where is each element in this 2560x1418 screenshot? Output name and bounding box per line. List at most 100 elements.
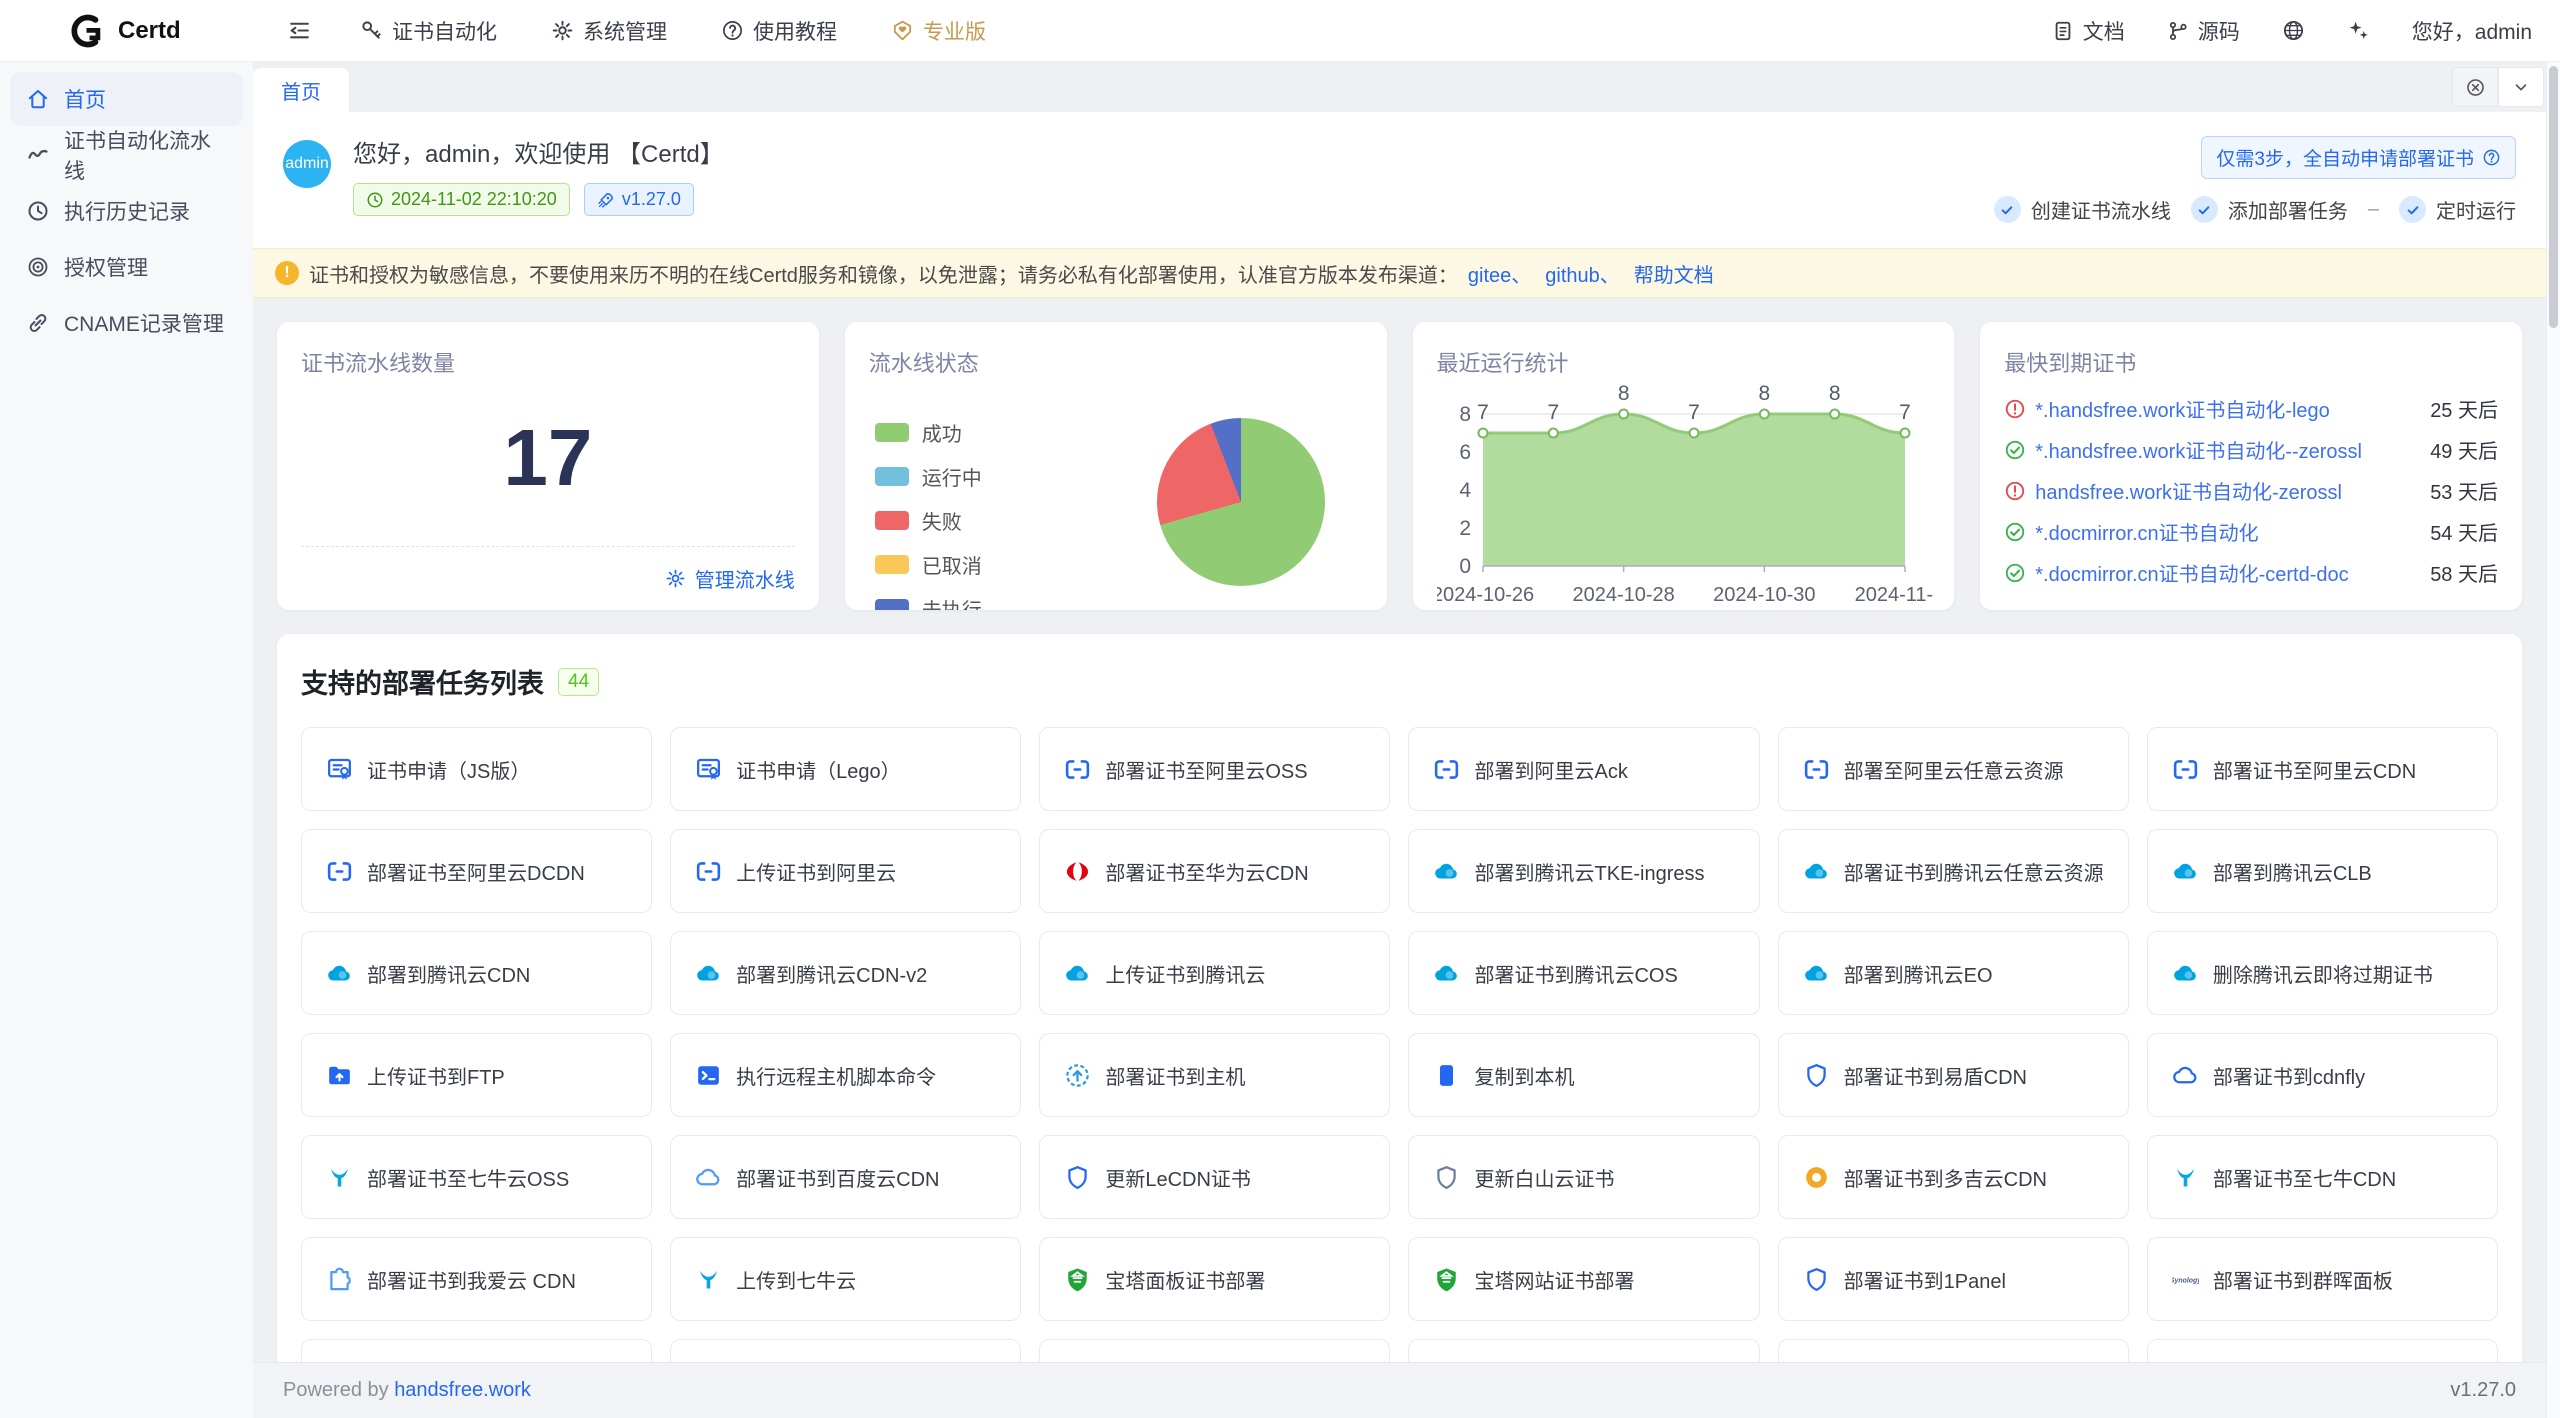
task-card[interactable]: 部署证书到主机 [1039,1033,1390,1117]
task-card[interactable]: 宝塔面板证书部署 [1039,1237,1390,1321]
welcome-greeting: 您好，admin，欢迎使用 【Certd】 [353,134,724,169]
app-logo-text: Certd [118,17,181,45]
task-card[interactable]: 部署到腾讯云CDN-v2 [670,931,1021,1015]
task-card[interactable]: 上传证书到阿里云 [670,829,1021,913]
task-icon [695,756,722,783]
close-tabs-button[interactable] [2452,67,2498,107]
task-label: 执行远程主机脚本命令 [736,1061,936,1090]
task-icon [2172,756,2199,783]
task-card[interactable]: 宝塔网站证书部署 [1408,1237,1759,1321]
notice-link[interactable]: github、 [1545,259,1620,288]
task-card[interactable]: 上传证书到腾讯云 [1039,931,1390,1015]
task-card[interactable]: 部署证书至七牛CDN [2147,1135,2498,1219]
task-icon [326,1164,353,1191]
svg-text:8: 8 [1758,382,1770,405]
quick-start-steps: 创建证书流水线 添加部署任务 – 定时运行 [1994,195,2516,224]
task-icon [326,1062,353,1089]
task-card[interactable]: 部署证书到腾讯云COS [1408,931,1759,1015]
rocket-icon [597,191,615,209]
task-label: 部署证书至七牛云OSS [367,1163,569,1192]
step-scheduled-run[interactable]: 定时运行 [2399,195,2516,224]
task-card[interactable]: 证书申请（Lego） [670,727,1021,811]
step-add-deploy-task[interactable]: 添加部署任务 [2191,195,2348,224]
cert-name-link[interactable]: *.handsfree.work证书自动化-lego [2035,394,2421,423]
task-icon [1064,858,1091,885]
cert-name-link[interactable]: *.docmirror.cn证书自动化-certd-doc [2035,558,2421,587]
task-card[interactable]: 部署证书至七牛云OSS [301,1135,652,1219]
task-card[interactable]: 部署证书到易盾CDN [1778,1033,2129,1117]
task-card[interactable]: 删除腾讯云即将过期证书 [2147,931,2498,1015]
task-icon [326,756,353,783]
legend-item[interactable]: 未执行 [875,594,982,610]
task-card[interactable]: 部署证书到cdnfly [2147,1033,2498,1117]
task-card[interactable]: 部署至阿里云任意云资源 [1778,727,2129,811]
legend-item[interactable]: 成功 [875,418,982,447]
theme-sparkles-button[interactable] [2347,19,2370,42]
step-create-pipeline[interactable]: 创建证书流水线 [1994,195,2171,224]
sidebar-item[interactable]: CNAME记录管理 [10,296,243,350]
task-card[interactable]: 部署证书至阿里云DCDN [301,829,652,913]
handsfree-link[interactable]: handsfree.work [394,1379,531,1402]
header-nav: 证书自动化 系统管理 使用教程 专业版 [360,16,986,46]
svg-text:8: 8 [1617,382,1629,405]
sidebar-item[interactable]: 授权管理 [10,240,243,294]
task-card[interactable]: 部署到腾讯云CDN [301,931,652,1015]
task-card[interactable]: 更新LeCDN证书 [1039,1135,1390,1219]
sidebar-item[interactable]: 首页 [10,72,243,126]
legend-item[interactable]: 已取消 [875,550,982,579]
task-card[interactable]: 上传证书到FTP [301,1033,652,1117]
language-globe-button[interactable] [2282,19,2305,42]
sidebar-item-label: 执行历史记录 [64,196,190,226]
task-card[interactable]: 执行远程主机脚本命令 [670,1033,1021,1117]
main-content: admin 您好，admin，欢迎使用 【Certd】 2024-11-02 2… [253,112,2546,1418]
sidebar-item[interactable]: 执行历史记录 [10,184,243,238]
legend-item[interactable]: 运行中 [875,462,982,491]
task-grid: 证书申请（JS版） 证书申请（Lego） 部署证书至阿里云OSS [301,727,2498,1321]
notice-link[interactable]: 帮助文档 [1634,259,1714,288]
header-nav-item[interactable]: 使用教程 [721,16,837,46]
task-card[interactable]: 更新白山云证书 [1408,1135,1759,1219]
task-card[interactable]: 部署到腾讯云CLB [2147,829,2498,913]
header-nav-item[interactable]: 证书自动化 [360,16,497,46]
task-card[interactable]: 上传到七牛云 [670,1237,1021,1321]
task-icon [695,960,722,987]
user-greeting[interactable]: 您好，admin [2412,16,2532,46]
task-card[interactable]: 部署证书至阿里云OSS [1039,727,1390,811]
sidebar-collapse-button[interactable] [287,18,312,43]
cert-name-link[interactable]: *.handsfree.work证书自动化--zerossl [2035,435,2421,464]
manage-pipelines-link[interactable]: 管理流水线 [301,546,795,610]
task-card[interactable]: 部署证书到群晖面板 [2147,1237,2498,1321]
task-card[interactable]: 部署证书至阿里云CDN [2147,727,2498,811]
scrollbar-thumb[interactable] [2549,66,2558,328]
task-card[interactable]: 部署证书到我爱云 CDN [301,1237,652,1321]
task-card[interactable]: 部署到腾讯云EO [1778,931,2129,1015]
task-card[interactable]: 部署证书到多吉云CDN [1778,1135,2129,1219]
quick-start-badge[interactable]: 仅需3步，全自动申请部署证书 [2201,136,2516,179]
legend-item[interactable]: 失败 [875,506,982,535]
nav-item-icon [891,19,914,42]
task-card[interactable]: 部署证书到腾讯云任意云资源 [1778,829,2129,913]
top-header: Certd 证书自动化 系统管理 使用教程 [0,0,2560,62]
tab-home[interactable]: 首页 [253,68,349,112]
task-card[interactable]: 复制到本机 [1408,1033,1759,1117]
header-nav-item[interactable]: 专业版 [891,16,986,46]
nav-item-label: 使用教程 [753,16,837,46]
sidebar-item[interactable]: 证书自动化流水线 [10,128,243,182]
task-card[interactable]: 证书申请（JS版） [301,727,652,811]
question-circle-icon [2482,148,2501,167]
cert-name-link[interactable]: *.docmirror.cn证书自动化 [2035,517,2421,546]
cert-name-link[interactable]: handsfree.work证书自动化-zerossl [2035,476,2421,505]
header-link[interactable]: 源码 [2167,16,2240,46]
task-card[interactable]: 部署到腾讯云TKE-ingress [1408,829,1759,913]
sparkles-icon [2347,19,2370,42]
time-badge-text: 2024-11-02 22:10:20 [391,189,557,210]
nav-item-label: 系统管理 [583,16,667,46]
task-card[interactable]: 部署证书至华为云CDN [1039,829,1390,913]
task-card[interactable]: 部署证书到百度云CDN [670,1135,1021,1219]
task-card[interactable]: 部署证书到1Panel [1778,1237,2129,1321]
header-link[interactable]: 文档 [2052,16,2125,46]
task-card[interactable]: 部署到阿里云Ack [1408,727,1759,811]
tab-menu-button[interactable] [2498,67,2544,107]
header-nav-item[interactable]: 系统管理 [551,16,667,46]
notice-link[interactable]: gitee、 [1468,259,1531,288]
